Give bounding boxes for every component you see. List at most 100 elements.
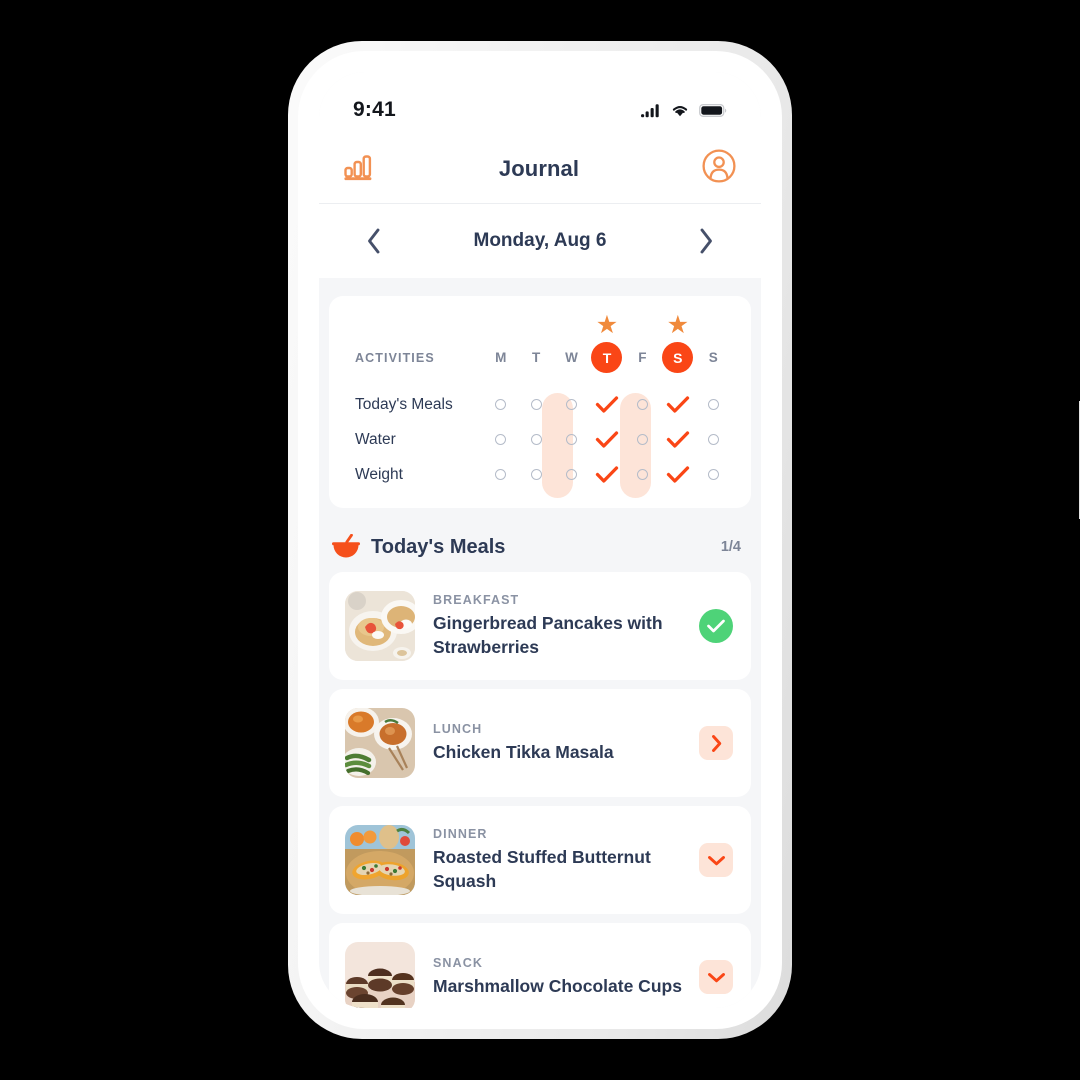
check-icon [666, 465, 689, 483]
activities-header-row: ACTIVITIES M T W ★ T F ★ S S [355, 313, 731, 375]
chevron-left-icon[interactable] [357, 224, 391, 258]
day-letter: M [495, 350, 507, 365]
star-icon: ★ [595, 311, 619, 339]
unchecked-dot-icon [530, 434, 542, 445]
completed-check-badge[interactable] [699, 609, 733, 643]
day-letter-active: S [662, 342, 694, 373]
unchecked-dot-icon [530, 399, 542, 410]
activity-cell[interactable] [625, 387, 660, 422]
activities-header-label: ACTIVITIES [355, 350, 435, 365]
meal-type-label: SNACK [433, 955, 483, 970]
meal-action-area [697, 960, 735, 994]
profile-avatar-icon[interactable] [701, 148, 737, 189]
star-icon: ★ [666, 311, 690, 339]
page-title: Journal [498, 155, 580, 181]
day-header-2[interactable]: W [554, 340, 589, 375]
unchecked-dot-icon [566, 399, 578, 410]
meal-action-area [697, 843, 735, 877]
activity-cell[interactable] [660, 387, 695, 422]
meal-card-dinner[interactable]: DINNER Roasted Stuffed Butternut Squash [329, 806, 751, 914]
meal-name-label: Chicken Tikka Masala [433, 741, 614, 762]
unchecked-dot-icon [707, 399, 719, 410]
activity-cell[interactable] [554, 457, 589, 492]
activity-cell[interactable] [696, 457, 731, 492]
day-header-5[interactable]: ★ S [660, 313, 695, 375]
date-navigation: Monday, Aug 6 [319, 204, 761, 278]
activity-cell[interactable] [660, 422, 695, 457]
day-header-1[interactable]: T [518, 340, 553, 375]
chevron-right-icon[interactable] [699, 726, 733, 760]
meals-section-title: Today's Meals [371, 535, 506, 558]
activity-cell[interactable] [589, 422, 624, 457]
meal-name-label: Gingerbread Pancakes with Strawberries [433, 613, 663, 657]
day-header-4[interactable]: F [625, 340, 660, 375]
meal-list: BREAKFAST Gingerbread Pancakes with Stra… [329, 572, 751, 1008]
activities-card: ACTIVITIES M T W ★ T F ★ S S Today's Mea… [329, 296, 751, 508]
status-bar-icons [641, 103, 727, 118]
unchecked-dot-icon [636, 469, 648, 480]
curry-green-beans-photo [345, 708, 415, 778]
unchecked-dot-icon [495, 399, 507, 410]
meals-section-header: Today's Meals 1/4 [319, 524, 761, 570]
activity-cell[interactable] [483, 422, 518, 457]
chevron-down-icon[interactable] [699, 843, 733, 877]
activity-cell[interactable] [660, 457, 695, 492]
meal-text-block: LUNCH Chicken Tikka Masala [415, 722, 697, 764]
meal-type-label: LUNCH [433, 721, 483, 736]
unchecked-dot-icon [530, 469, 542, 480]
activity-cell[interactable] [554, 387, 589, 422]
activity-row-todays-meals: Today's Meals [355, 387, 731, 422]
unchecked-dot-icon [495, 469, 507, 480]
phone-frame: 9:41 Journal Monday, Aug 6 ACTIVITIES M … [288, 41, 1080, 1039]
butternut-squash-photo [345, 825, 415, 895]
activity-cell[interactable] [696, 387, 731, 422]
check-icon [707, 619, 725, 633]
bowl-icon [332, 534, 360, 558]
day-letter: W [565, 350, 578, 365]
check-icon [595, 465, 619, 483]
meal-card-snack[interactable]: SNACK Marshmallow Chocolate Cups [329, 923, 751, 1008]
meal-card-lunch[interactable]: LUNCH Chicken Tikka Masala [329, 689, 751, 797]
chocolate-cups-photo [345, 942, 415, 1008]
activity-cell[interactable] [696, 422, 731, 457]
unchecked-dot-icon [495, 434, 507, 445]
activity-row-weight: Weight [355, 457, 731, 492]
activity-row-water: Water [355, 422, 731, 457]
meal-type-label: BREAKFAST [433, 593, 520, 608]
day-header-6[interactable]: S [696, 340, 731, 375]
pancakes-strawberries-photo [345, 591, 415, 661]
activity-row-label: Water [355, 430, 396, 448]
activity-cell[interactable] [589, 387, 624, 422]
day-letter-active: T [591, 342, 623, 373]
meal-action-area [697, 609, 735, 643]
activity-row-label: Today's Meals [355, 395, 453, 413]
meal-name-label: Marshmallow Chocolate Cups [433, 975, 682, 996]
activity-cell[interactable] [518, 457, 553, 492]
meal-card-breakfast[interactable]: BREAKFAST Gingerbread Pancakes with Stra… [329, 572, 751, 680]
activity-cell[interactable] [625, 457, 660, 492]
unchecked-dot-icon [707, 434, 719, 445]
activity-cell[interactable] [518, 422, 553, 457]
status-bar-time: 9:41 [353, 98, 396, 121]
unchecked-dot-icon [566, 469, 578, 480]
activity-cell[interactable] [483, 457, 518, 492]
check-icon [595, 430, 619, 448]
activity-cell[interactable] [589, 457, 624, 492]
meal-name-label: Roasted Stuffed Butternut Squash [433, 847, 651, 891]
chevron-right-icon[interactable] [689, 224, 723, 258]
day-header-0[interactable]: M [483, 340, 518, 375]
activity-cell[interactable] [625, 422, 660, 457]
phone-screen: 9:41 Journal Monday, Aug 6 ACTIVITIES M … [319, 72, 761, 1008]
wifi-icon [672, 105, 688, 116]
day-header-3[interactable]: ★ T [589, 313, 624, 375]
bar-chart-icon[interactable] [343, 151, 377, 186]
unchecked-dot-icon [566, 434, 578, 445]
meal-text-block: SNACK Marshmallow Chocolate Cups [415, 956, 697, 998]
activity-cell[interactable] [483, 387, 518, 422]
activity-cell[interactable] [518, 387, 553, 422]
check-icon [666, 395, 689, 413]
activity-cell[interactable] [554, 422, 589, 457]
activities-grid: ACTIVITIES M T W ★ T F ★ S S Today's Mea… [329, 296, 751, 508]
unchecked-dot-icon [636, 399, 648, 410]
chevron-down-icon[interactable] [699, 960, 733, 994]
